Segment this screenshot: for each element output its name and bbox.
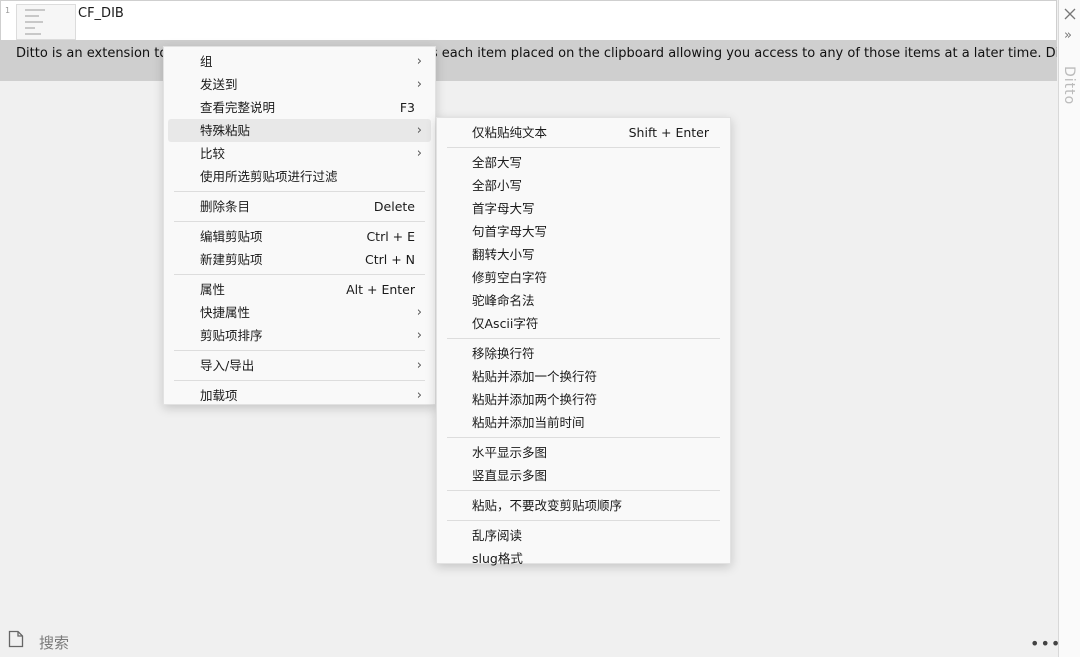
menu-item-add-ins[interactable]: 加载项 ›	[168, 384, 431, 407]
menu-item-compare[interactable]: 比较 ›	[168, 142, 431, 165]
menu-item-send-to[interactable]: 发送到 ›	[168, 73, 431, 96]
search-input[interactable]: 搜索	[39, 632, 69, 653]
special-paste-submenu: 仅粘贴纯文本 Shift + Enter 全部大写 全部小写 首字母大写 句首字母…	[436, 117, 731, 566]
clip-format-label: CF_DIB	[78, 6, 124, 21]
menu-item-view-full-description[interactable]: 查看完整说明 F3	[168, 96, 431, 119]
chevron-right-icon: ›	[416, 358, 422, 373]
menu-item-properties[interactable]: 属性 Alt + Enter	[168, 278, 431, 301]
row-number: 1	[5, 6, 11, 15]
submenu-item-paste-keep-order[interactable]: 粘贴，不要改变剪贴项顺序	[441, 494, 726, 517]
menu-item-group[interactable]: 组 ›	[168, 50, 431, 73]
submenu-item-camel-case[interactable]: 驼峰命名法	[441, 289, 726, 312]
submenu-item-plain-text[interactable]: 仅粘贴纯文本 Shift + Enter	[441, 121, 726, 144]
search-icon[interactable]	[8, 630, 24, 648]
menu-item-import-export[interactable]: 导入/导出 ›	[168, 354, 431, 377]
menu-separator	[174, 221, 425, 222]
menu-separator	[447, 437, 720, 438]
chevron-right-icon: ›	[416, 54, 422, 69]
submenu-item-capitalize[interactable]: 首字母大写	[441, 197, 726, 220]
menu-separator	[174, 350, 425, 351]
submenu-item-images-vertical[interactable]: 竖直显示多图	[441, 464, 726, 487]
menu-separator	[447, 338, 720, 339]
submenu-item-shuffle[interactable]: 乱序阅读	[441, 524, 726, 547]
menu-separator	[447, 147, 720, 148]
image-thumbnail	[16, 4, 76, 40]
menu-separator	[174, 191, 425, 192]
chevron-right-icon: ›	[416, 146, 422, 161]
app-title: Ditto	[1061, 66, 1077, 106]
submenu-item-add-two-line-feeds[interactable]: 粘贴并添加两个换行符	[441, 388, 726, 411]
submenu-item-add-one-line-feed[interactable]: 粘贴并添加一个换行符	[441, 365, 726, 388]
menu-item-filter-by-selection[interactable]: 使用所选剪贴项进行过滤	[168, 165, 431, 188]
submenu-item-slug-format[interactable]: slug格式	[441, 547, 726, 570]
more-options-icon[interactable]: •••	[1030, 634, 1061, 653]
chevron-right-icon: ›	[416, 123, 422, 138]
clip-item-text-selected[interactable]: Ditto is an extension to the standard wi…	[0, 41, 1057, 81]
menu-item-sort-clips[interactable]: 剪贴项排序 ›	[168, 324, 431, 347]
clip-item-image[interactable]: 1 CF_DIB	[0, 0, 1057, 41]
chevron-right-icon: ›	[416, 305, 422, 320]
menu-item-delete[interactable]: 删除条目 Delete	[168, 195, 431, 218]
menu-separator	[174, 274, 425, 275]
submenu-item-uppercase[interactable]: 全部大写	[441, 151, 726, 174]
menu-separator	[174, 380, 425, 381]
double-chevron-right-icon[interactable]: »	[1064, 29, 1072, 42]
menu-item-edit-clip[interactable]: 编辑剪贴项 Ctrl + E	[168, 225, 431, 248]
submenu-item-invert-case[interactable]: 翻转大小写	[441, 243, 726, 266]
submenu-item-ascii-only[interactable]: 仅Ascii字符	[441, 312, 726, 335]
submenu-item-lowercase[interactable]: 全部小写	[441, 174, 726, 197]
menu-item-quick-properties[interactable]: 快捷属性 ›	[168, 301, 431, 324]
chevron-right-icon: ›	[416, 77, 422, 92]
submenu-item-sentence-case[interactable]: 句首字母大写	[441, 220, 726, 243]
submenu-item-add-current-time[interactable]: 粘贴并添加当前时间	[441, 411, 726, 434]
close-icon[interactable]	[1063, 7, 1077, 21]
menu-item-special-paste[interactable]: 特殊粘贴 ›	[168, 119, 431, 142]
context-menu: 组 › 发送到 › 查看完整说明 F3 特殊粘贴 › 比较 › 使用所选剪贴项进行过滤 删…	[163, 46, 436, 405]
submenu-item-trim-whitespace[interactable]: 修剪空白字符	[441, 266, 726, 289]
submenu-item-remove-line-feeds[interactable]: 移除换行符	[441, 342, 726, 365]
menu-separator	[447, 520, 720, 521]
submenu-item-images-horizontal[interactable]: 水平显示多图	[441, 441, 726, 464]
menu-item-new-clip[interactable]: 新建剪贴项 Ctrl + N	[168, 248, 431, 271]
chevron-right-icon: ›	[416, 388, 422, 403]
chevron-right-icon: ›	[416, 328, 422, 343]
side-bar: » Ditto	[1058, 0, 1080, 657]
menu-separator	[447, 490, 720, 491]
